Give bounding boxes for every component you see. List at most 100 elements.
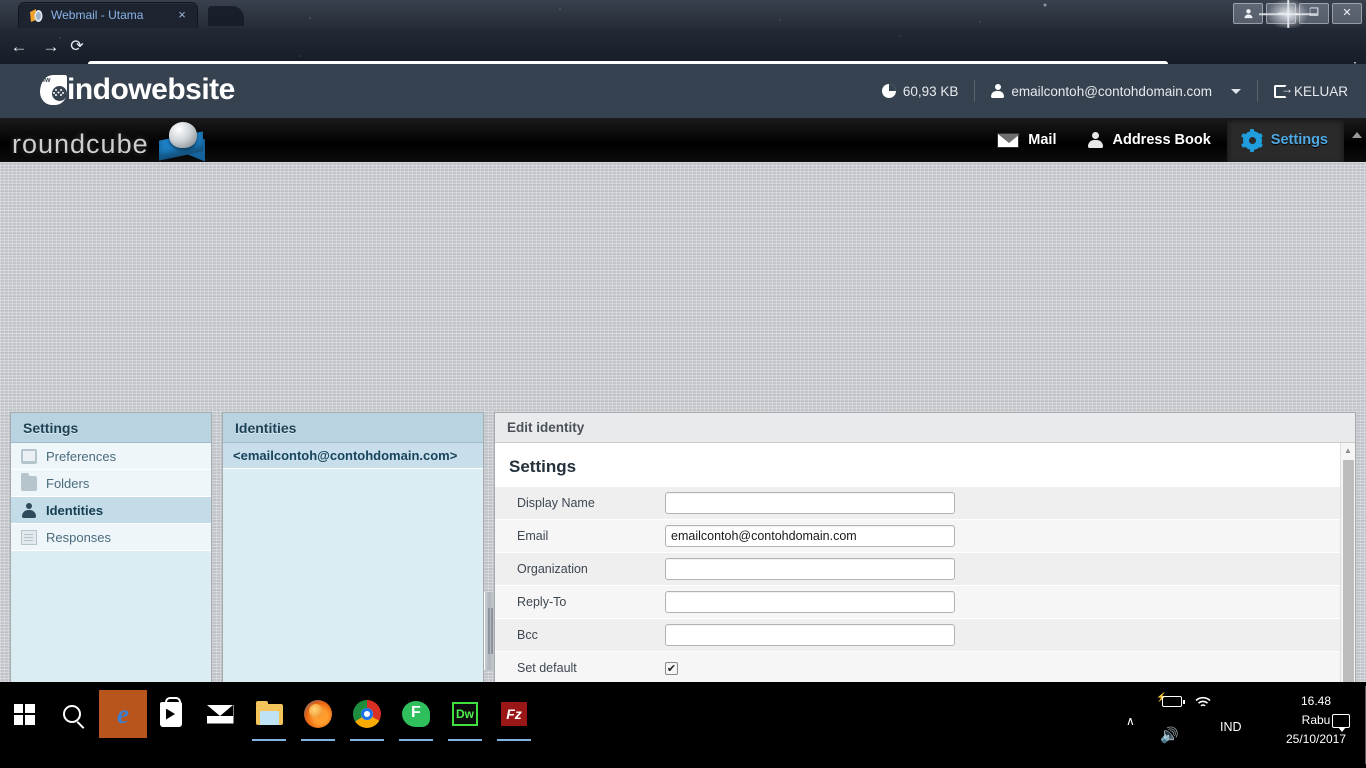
new-tab-button[interactable] xyxy=(208,6,244,26)
tab-mail-label: Mail xyxy=(1028,132,1057,148)
webmail-page: iw indowebsite 60,93 KB emailcontoh@cont… xyxy=(0,64,1366,682)
sidebar-item-label: Folders xyxy=(46,475,90,491)
running-indicator xyxy=(350,739,384,741)
clock-date: 25/10/2017 xyxy=(1285,732,1347,746)
mail-taskbar-button[interactable] xyxy=(196,690,244,738)
organization-input[interactable] xyxy=(665,558,955,580)
logo-drop-icon: iw xyxy=(40,73,70,107)
running-indicator xyxy=(399,739,433,741)
back-icon[interactable]: ← xyxy=(8,36,30,58)
system-tray: ∧ ⚡ 🔊 IND 16.48 Rabu 25/10/2017 xyxy=(1116,682,1366,768)
edge-taskbar-button[interactable]: e xyxy=(99,690,147,738)
dreamweaver-taskbar-button[interactable]: Dw xyxy=(441,690,489,738)
settings-section-title: Settings xyxy=(509,457,577,476)
quota-indicator: 60,93 KB xyxy=(866,78,975,104)
firefox-taskbar-button[interactable] xyxy=(294,690,342,738)
search-button[interactable] xyxy=(48,690,96,738)
email-input[interactable] xyxy=(665,525,955,547)
scroll-up-arrow[interactable]: ▲ xyxy=(1341,443,1355,458)
browser-tab[interactable]: Webmail - Utama × xyxy=(18,2,198,28)
sidebar-item-label: Responses xyxy=(46,529,112,545)
volume-icon[interactable]: 🔊 xyxy=(1160,726,1179,744)
host-header: iw indowebsite 60,93 KB emailcontoh@cont… xyxy=(0,64,1366,118)
forward-icon[interactable]: → xyxy=(40,36,62,58)
content-scrollbar[interactable]: ▲ ▼ xyxy=(1340,443,1355,682)
scrollbar-thumb[interactable] xyxy=(1343,460,1354,682)
start-button[interactable] xyxy=(0,690,48,738)
notification-icon[interactable] xyxy=(1332,714,1350,732)
field-label: Organization xyxy=(517,562,588,576)
field-label: Email xyxy=(517,529,549,543)
edit-identity-header: Edit identity xyxy=(495,413,1355,443)
sidebar-item-responses[interactable]: Responses xyxy=(11,524,211,551)
quota-text: 60,93 KB xyxy=(902,83,959,99)
clock-day: Rabu xyxy=(1301,713,1331,727)
tab-settings[interactable]: Settings xyxy=(1226,118,1344,162)
close-tab-icon[interactable]: × xyxy=(175,8,189,22)
green-app-icon xyxy=(402,701,430,727)
show-hidden-icons-button[interactable]: ∧ xyxy=(1126,714,1135,728)
windows-logo-icon xyxy=(13,703,35,725)
sidebar-item-preferences[interactable]: Preferences xyxy=(11,443,211,470)
identities-panel-title: Identities xyxy=(223,413,483,443)
chrome-icon xyxy=(353,700,381,728)
firefox-icon xyxy=(304,700,332,728)
workspace-background: Settings Preferences Folders Identities xyxy=(0,162,1366,682)
reload-icon[interactable]: ⟳ xyxy=(66,36,88,58)
sidebar-item-label: Preferences xyxy=(46,448,117,464)
language-indicator[interactable]: IND xyxy=(1220,720,1242,734)
minimize-button[interactable]: – xyxy=(1266,3,1296,24)
profile-button[interactable] xyxy=(1233,3,1263,24)
browser-window: Webmail - Utama × – ❐ ✕ ← → ⟳ Secure htt… xyxy=(0,0,1366,682)
close-window-button[interactable]: ✕ xyxy=(1332,3,1362,24)
field-row-bcc: Bcc xyxy=(495,619,1355,652)
logout-button[interactable]: KELUAR xyxy=(1258,78,1366,104)
settings-panel: Settings Preferences Folders Identities xyxy=(10,412,212,682)
display-name-input[interactable] xyxy=(665,492,955,514)
battery-icon[interactable] xyxy=(1162,696,1185,707)
roundcube-navbar: roundcube Mail Address Book Settings xyxy=(0,118,1366,162)
edge-icon: e xyxy=(117,698,129,729)
logo-badge-text: iw xyxy=(43,77,51,84)
roundcube-favicon xyxy=(30,9,43,22)
filezilla-taskbar-button[interactable]: Fz xyxy=(490,690,538,738)
set-default-checkbox[interactable]: ✔ xyxy=(665,661,678,675)
chevron-down-icon xyxy=(1230,88,1241,94)
bcc-input[interactable] xyxy=(665,624,955,646)
running-indicator xyxy=(497,739,531,741)
account-menu[interactable]: emailcontoh@contohdomain.com xyxy=(975,78,1257,104)
logout-label: KELUAR xyxy=(1293,83,1348,99)
mail-icon xyxy=(206,704,234,724)
tab-address-book[interactable]: Address Book xyxy=(1072,118,1226,162)
field-row-email: Email xyxy=(495,520,1355,553)
clock[interactable]: 16.48 Rabu 25/10/2017 xyxy=(1266,692,1366,749)
gear-icon xyxy=(1241,128,1264,152)
sidebar-item-folders[interactable]: Folders xyxy=(11,470,211,497)
folder-icon xyxy=(255,700,283,725)
search-icon xyxy=(63,705,81,723)
host-header-right: 60,93 KB emailcontoh@contohdomain.com KE… xyxy=(866,64,1366,118)
address-book-icon xyxy=(1088,132,1104,148)
field-label: Bcc xyxy=(517,628,538,642)
scroll-up-icon[interactable] xyxy=(1352,132,1362,138)
settings-panel-title: Settings xyxy=(11,413,211,443)
logo-text: indowebsite xyxy=(67,73,235,106)
identity-label: <emailcontoh@contohdomain.com> xyxy=(233,448,458,463)
roundcube-logo: roundcube xyxy=(12,122,213,162)
tab-mail[interactable]: Mail xyxy=(981,118,1072,162)
reply-to-input[interactable] xyxy=(665,591,955,613)
sidebar-item-identities[interactable]: Identities xyxy=(11,497,211,524)
list-item[interactable]: <emailcontoh@contohdomain.com> xyxy=(223,443,483,469)
restore-button[interactable]: ❐ xyxy=(1299,3,1329,24)
field-row-set-default: Set default ✔ xyxy=(495,652,1355,682)
document-icon xyxy=(21,529,37,545)
indowebsite-logo[interactable]: iw indowebsite xyxy=(40,73,235,107)
foxit-taskbar-button[interactable] xyxy=(392,690,440,738)
file-explorer-taskbar-button[interactable] xyxy=(245,690,293,738)
store-taskbar-button[interactable] xyxy=(147,690,195,738)
checkmark-icon: ✔ xyxy=(666,662,677,675)
roundcube-cube-icon xyxy=(155,122,213,162)
edit-identity-panel: Edit identity Settings Display Name Emai… xyxy=(494,412,1356,682)
chrome-taskbar-button[interactable] xyxy=(343,690,391,738)
wifi-icon[interactable] xyxy=(1194,696,1212,709)
